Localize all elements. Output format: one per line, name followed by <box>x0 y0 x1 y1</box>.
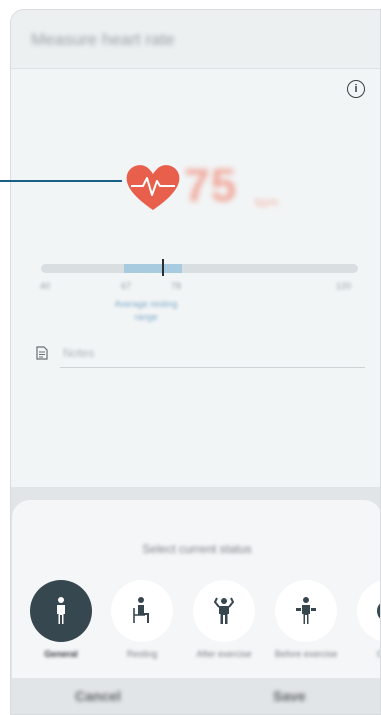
tick-label-max: 120 <box>336 281 352 291</box>
status-sheet-title: Select current status <box>142 542 252 556</box>
current-value-marker <box>162 259 164 276</box>
heart-pulse-icon <box>126 165 180 210</box>
person-flexing-icon <box>213 597 235 624</box>
heart-rate-unit: bpm <box>255 195 279 209</box>
page-title: Measure heart rate <box>31 30 175 49</box>
person-sitting-icon <box>133 597 149 623</box>
status-option-label: General <box>44 649 78 659</box>
save-button[interactable]: Save <box>273 688 306 704</box>
callout-line <box>0 180 122 182</box>
status-option-other[interactable] <box>357 580 380 642</box>
status-option-after-exercise[interactable] <box>193 580 255 642</box>
note-icon <box>36 346 48 360</box>
tick-label-avg-low: 67 <box>121 281 132 291</box>
notes-input[interactable]: Notes <box>63 346 94 360</box>
status-option-resting[interactable] <box>111 580 173 642</box>
status-sheet: Select current status General Resting Af… <box>12 500 380 678</box>
status-option-label: Resting <box>126 649 158 659</box>
average-range-fill <box>124 264 182 273</box>
more-icon <box>377 603 380 619</box>
status-option-before-exercise[interactable] <box>275 580 337 642</box>
tick-label-avg-high: 78 <box>171 281 182 291</box>
tick-label-min: 40 <box>40 281 51 291</box>
status-option-label: After exercise <box>196 649 252 659</box>
phone-screen: Measure heart rate i 75 bpm 40 67 78 120… <box>10 9 381 715</box>
person-standing-icon <box>57 597 65 624</box>
person-weights-icon <box>296 597 316 624</box>
cancel-button[interactable]: Cancel <box>75 688 121 704</box>
app-header: Measure heart rate <box>11 10 380 69</box>
status-option-label: Before exercise <box>274 649 338 659</box>
average-range-label: Average resting range <box>114 299 178 322</box>
status-option-general[interactable] <box>30 580 92 642</box>
range-track <box>41 264 358 273</box>
heart-rate-value: 75 <box>184 159 238 211</box>
status-option-label: Other <box>348 648 380 661</box>
info-icon[interactable]: i <box>347 80 365 98</box>
bottom-action-bar: Cancel Save <box>11 678 380 714</box>
notes-underline <box>60 367 365 368</box>
